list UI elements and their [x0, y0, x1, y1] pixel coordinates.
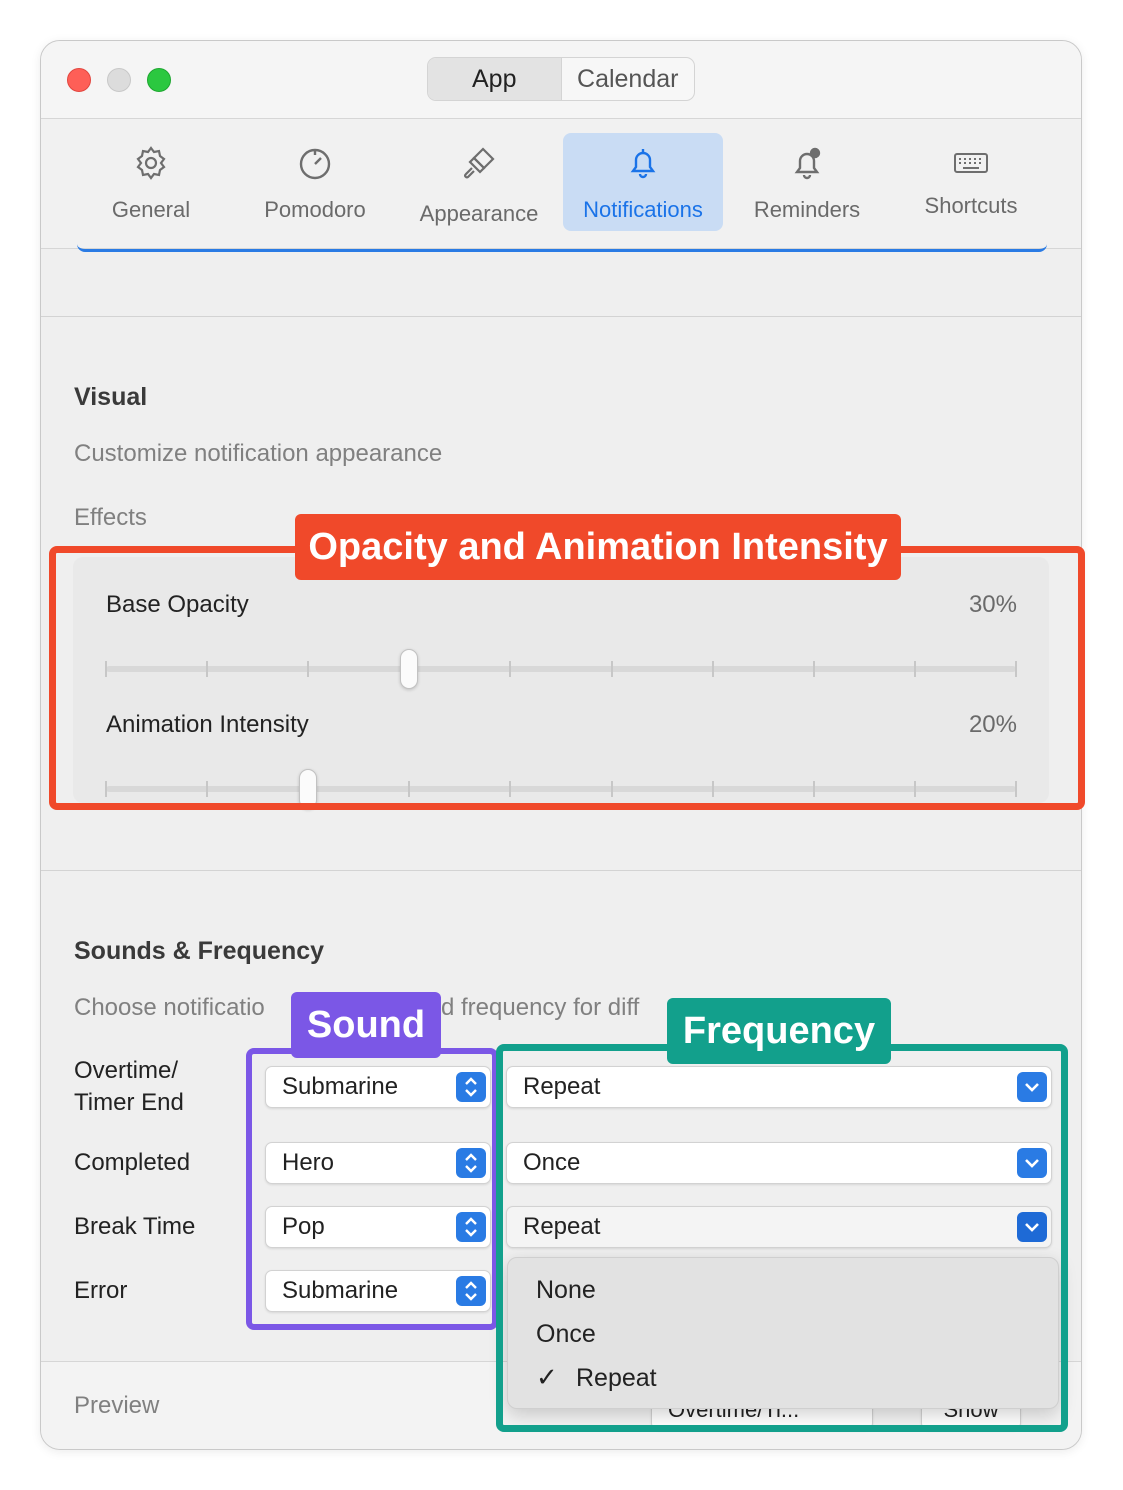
visual-section-title: Visual: [74, 383, 148, 411]
toolbar-item-notifications[interactable]: Notifications: [563, 133, 723, 231]
sounds-section-title: Sounds & Frequency: [74, 937, 325, 965]
tab-app[interactable]: App: [428, 58, 562, 100]
title-bar: App Calendar: [41, 41, 1081, 119]
tab-switcher: App Calendar: [427, 57, 695, 101]
section-divider: [41, 316, 1081, 317]
preferences-toolbar: General Pomodoro Appearance Notification…: [41, 119, 1081, 249]
tab-calendar[interactable]: Calendar: [562, 58, 695, 100]
toolbar-label-pomodoro: Pomodoro: [264, 197, 366, 222]
close-window-button[interactable]: [67, 68, 91, 92]
annotation-label-frequency: Frequency: [667, 998, 891, 1064]
sounds-section-subtitle-start: Choose notificatio: [74, 994, 265, 1021]
row-label-break-time: Break Time: [74, 1213, 196, 1240]
row-label-overtime: Overtime/ Timer End: [74, 1055, 184, 1119]
preview-label: Preview: [74, 1392, 160, 1419]
minimize-window-button[interactable]: [107, 68, 131, 92]
bell-icon: [630, 149, 656, 179]
paintbrush-icon: [464, 147, 495, 179]
section-divider: [41, 870, 1081, 871]
timer-icon: [299, 148, 331, 180]
bell-badge-icon: [794, 147, 821, 180]
gear-icon: [136, 146, 166, 180]
row-label-overtime-line1: Overtime/: [74, 1057, 179, 1084]
annotation-box-opacity: [49, 546, 1085, 810]
row-label-error: Error: [74, 1277, 128, 1304]
toolbar-item-reminders[interactable]: Reminders: [727, 133, 887, 231]
toolbar-label-shortcuts: Shortcuts: [924, 193, 1018, 218]
toolbar-selection-underline: [77, 244, 1047, 252]
visual-section-subtitle: Customize notification appearance: [74, 440, 443, 467]
toolbar-label-notifications: Notifications: [583, 197, 703, 222]
annotation-box-frequency: [496, 1044, 1068, 1432]
toolbar-item-appearance[interactable]: Appearance: [399, 133, 559, 231]
annotation-label-opacity: Opacity and Animation Intensity: [295, 514, 901, 580]
toolbar-label-general: General: [111, 197, 191, 222]
keyboard-icon: [954, 153, 988, 173]
toolbar-item-pomodoro[interactable]: Pomodoro: [235, 133, 395, 231]
toolbar-item-general[interactable]: General: [71, 133, 231, 231]
toolbar-label-appearance: Appearance: [419, 201, 539, 226]
row-label-completed: Completed: [74, 1149, 191, 1176]
toolbar-item-shortcuts[interactable]: Shortcuts: [891, 133, 1051, 231]
sounds-section-subtitle-end: d frequency for diff: [441, 994, 640, 1021]
row-label-overtime-line2: Timer End: [74, 1089, 184, 1116]
toolbar-label-reminders: Reminders: [753, 197, 861, 222]
effects-label: Effects: [74, 504, 147, 531]
annotation-label-sound: Sound: [291, 992, 441, 1058]
zoom-window-button[interactable]: [147, 68, 171, 92]
annotation-box-sound: [246, 1048, 498, 1330]
